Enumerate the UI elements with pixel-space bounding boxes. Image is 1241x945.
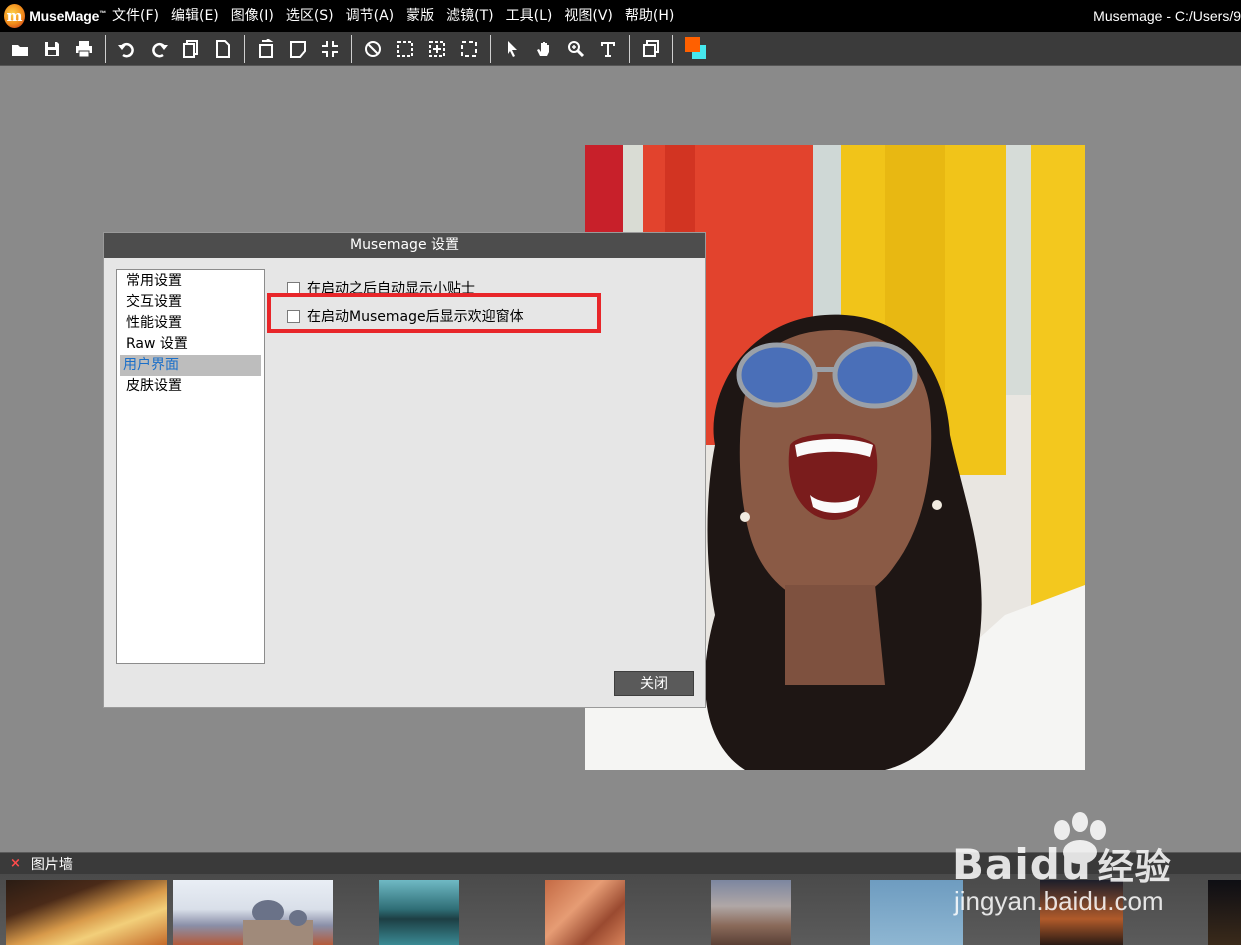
marquee-select-icon <box>397 40 413 57</box>
color-swatch[interactable] <box>678 33 710 65</box>
category-item-3[interactable]: Raw 设置 <box>120 334 261 355</box>
copy-icon <box>183 39 198 58</box>
menu-items: 文件(F) 编辑(E) 图像(I) 选区(S) 调节(A) 蒙版 滤镜(T) 工具(L) 视图(… <box>106 0 680 32</box>
move-selection-button[interactable] <box>421 33 453 65</box>
text-button[interactable] <box>592 33 624 65</box>
logo-tm: ™ <box>99 10 106 18</box>
category-item-0[interactable]: 常用设置 <box>120 271 261 292</box>
pointer-icon <box>508 40 517 57</box>
open-folder-icon <box>12 44 28 56</box>
undo-icon <box>118 42 134 57</box>
settings-category-list[interactable]: 常用设置 交互设置 性能设置 Raw 设置 用户界面 皮肤设置 <box>116 269 265 664</box>
new-document-button[interactable] <box>207 33 239 65</box>
thumbnail-canyon[interactable] <box>545 880 625 945</box>
thumbnail-sky[interactable] <box>870 880 963 945</box>
watermark-brand-suffix: du <box>1029 840 1092 889</box>
thumbnail-colosseum[interactable] <box>711 880 791 945</box>
flip-button[interactable] <box>282 33 314 65</box>
open-folder-button[interactable] <box>4 33 36 65</box>
canvas-workspace[interactable]: Musemage 设置 常用设置 交互设置 性能设置 Raw 设置 用户界面 皮肤设置 在… <box>0 66 1241 852</box>
toolbar-separator <box>629 34 630 63</box>
picture-wall-title: 图片墙 <box>30 856 73 873</box>
app-logo: m MuseMage™ <box>0 0 106 32</box>
menu-item-4[interactable]: 调节(A) <box>340 0 401 32</box>
watermark-brand-cn: 经验 <box>1097 847 1172 888</box>
menu-item-3[interactable]: 选区(S) <box>280 0 340 32</box>
menu-item-1[interactable]: 编辑(E) <box>165 0 225 32</box>
pointer-button[interactable] <box>496 33 528 65</box>
zoom-button[interactable] <box>560 33 592 65</box>
menu-item-6[interactable]: 滤镜(T) <box>440 0 499 32</box>
settings-dialog: Musemage 设置 常用设置 交互设置 性能设置 Raw 设置 用户界面 皮肤设置 在… <box>103 232 706 708</box>
rotate-button[interactable] <box>250 33 282 65</box>
crop-select-button[interactable] <box>453 33 485 65</box>
print-icon <box>76 40 92 57</box>
window-title: Musemage - C:/Users/9 <box>1093 8 1241 24</box>
menu-item-2[interactable]: 图像(I) <box>225 0 280 32</box>
redo-icon <box>152 42 168 57</box>
crop-select-icon <box>461 40 477 57</box>
thumbnail-pizza[interactable] <box>6 880 167 945</box>
layers-icon <box>643 39 659 57</box>
copy-button[interactable] <box>175 33 207 65</box>
category-item-4[interactable]: 用户界面 <box>120 355 261 376</box>
marquee-select-button[interactable] <box>389 33 421 65</box>
menu-item-9[interactable]: 帮助(H) <box>619 0 680 32</box>
foreground-color-swatch[interactable] <box>685 36 700 52</box>
flip-icon <box>290 40 306 58</box>
thumbnail-venice[interactable] <box>173 880 333 945</box>
toolbar-separator <box>351 34 352 63</box>
musemage-logo-icon: m <box>4 4 26 28</box>
fit-screen-icon <box>322 40 338 57</box>
text-icon <box>601 41 615 57</box>
logo-name-text: MuseMage <box>29 8 100 24</box>
close-icon[interactable]: × <box>10 856 21 871</box>
toolbar-separator <box>244 34 245 63</box>
category-item-2[interactable]: 性能设置 <box>120 313 261 334</box>
watermark-brand-text: Bai <box>952 840 1030 889</box>
fit-screen-button[interactable] <box>314 33 346 65</box>
menu-item-0[interactable]: 文件(F) <box>106 0 165 32</box>
new-document-icon <box>216 39 230 58</box>
save-button[interactable] <box>36 33 68 65</box>
hand-button[interactable] <box>528 33 560 65</box>
baidu-jingyan-watermark: Baidu 经验 jingyan.baidu.com <box>952 812 1177 922</box>
toolbar-separator <box>672 34 673 63</box>
undo-button[interactable] <box>111 33 143 65</box>
toolbar-separator <box>490 34 491 63</box>
deselect-button[interactable] <box>357 33 389 65</box>
deselect-icon <box>365 40 381 57</box>
toolbar <box>0 32 1241 66</box>
close-button[interactable]: 关闭 <box>614 671 694 696</box>
thumbnail-lake[interactable] <box>379 880 459 945</box>
redo-button[interactable] <box>143 33 175 65</box>
print-button[interactable] <box>68 33 100 65</box>
dome-shape <box>243 900 313 945</box>
menu-item-5[interactable]: 蒙版 <box>400 0 440 32</box>
dialog-title: Musemage 设置 <box>104 233 705 258</box>
thumbnail-night-city[interactable] <box>1208 880 1241 945</box>
layers-button[interactable] <box>635 33 667 65</box>
hand-icon <box>537 41 549 56</box>
toolbar-separator <box>105 34 106 63</box>
menubar: m MuseMage™ 文件(F) 编辑(E) 图像(I) 选区(S) 调节(A) 蒙版滤… <box>0 0 1241 32</box>
annotation-highlight-box <box>267 293 601 333</box>
move-selection-icon <box>429 40 445 57</box>
watermark-brand: Baidu 经验 <box>952 838 1172 890</box>
menu-item-8[interactable]: 视图(V) <box>558 0 619 32</box>
category-item-5[interactable]: 皮肤设置 <box>120 376 261 397</box>
logo-letter: m <box>6 7 23 25</box>
save-icon <box>45 41 59 56</box>
category-item-1[interactable]: 交互设置 <box>120 292 261 313</box>
menu-item-7[interactable]: 工具(L) <box>500 0 559 32</box>
logo-name: MuseMage™ <box>29 8 106 24</box>
watermark-url: jingyan.baidu.com <box>954 886 1164 916</box>
zoom-icon <box>568 40 585 57</box>
rotate-icon <box>259 38 274 58</box>
